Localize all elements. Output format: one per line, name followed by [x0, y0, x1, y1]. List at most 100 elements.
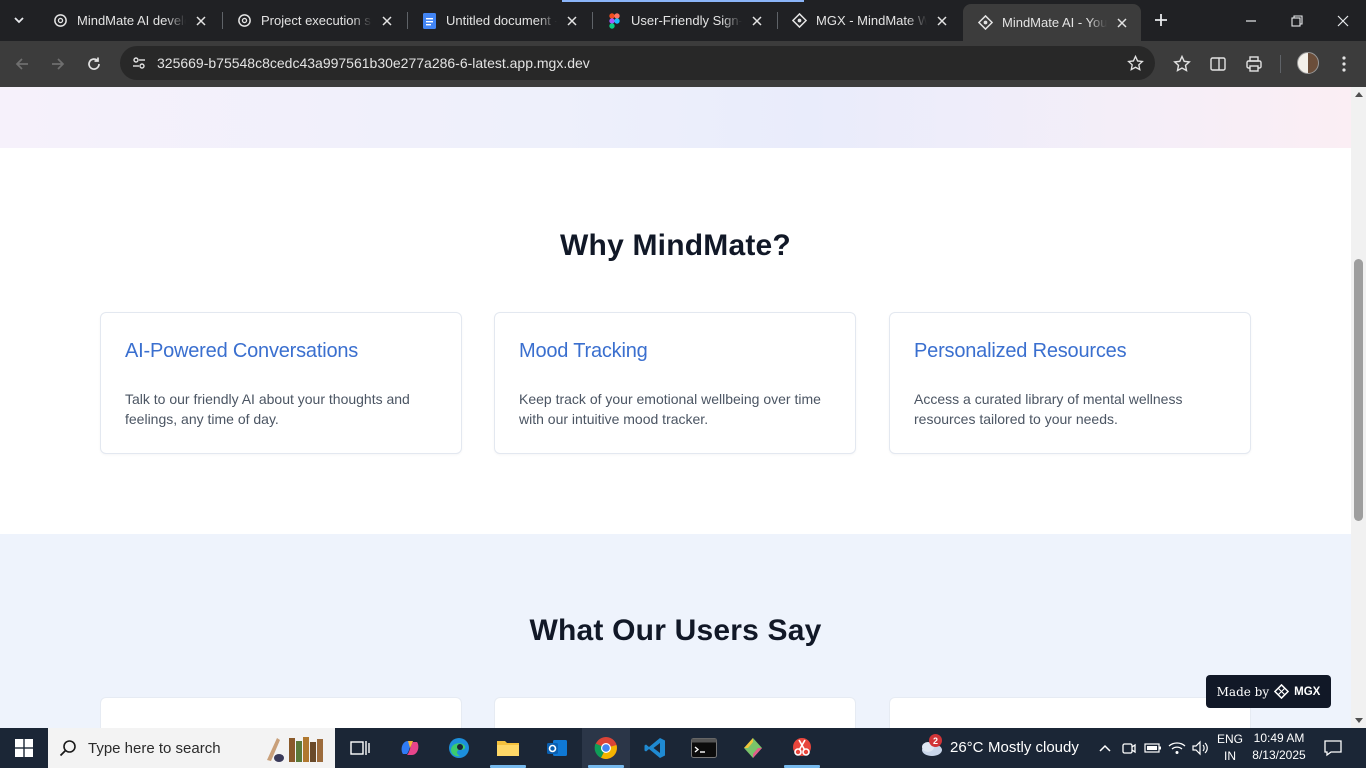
scroll-down-arrow-icon[interactable]	[1351, 714, 1366, 728]
back-button[interactable]	[6, 48, 38, 80]
clock-date: 8/13/2025	[1252, 748, 1306, 762]
close-icon[interactable]	[192, 12, 210, 30]
profile-avatar[interactable]	[1297, 52, 1319, 74]
close-icon[interactable]	[563, 12, 581, 30]
tab-title: Untitled document - G	[446, 13, 557, 28]
task-view-button[interactable]	[336, 728, 384, 768]
arrow-left-icon	[15, 58, 28, 70]
tab-loading-indicator	[562, 0, 804, 2]
print-button[interactable]	[1238, 48, 1270, 80]
system-clock[interactable]: 10:49 AM 8/13/2025	[1240, 730, 1318, 764]
testimonial-card	[889, 697, 1251, 728]
clock-time: 10:49 AM	[1253, 731, 1305, 745]
site-info-icon[interactable]	[122, 46, 156, 80]
vscode-icon	[644, 738, 665, 758]
address-bar[interactable]: 325669-b75548c8cedc43a997561b30e277a286-…	[120, 46, 1155, 80]
close-icon[interactable]	[378, 12, 396, 30]
feature-card-title: AI-Powered Conversations	[125, 340, 359, 362]
scroll-up-arrow-icon[interactable]	[1351, 87, 1366, 101]
volume-icon[interactable]	[1190, 738, 1210, 758]
browser-tab-strip: MindMate AI develop Project execution su…	[0, 0, 1366, 41]
start-button[interactable]	[0, 728, 48, 768]
testimonial-card	[100, 697, 462, 728]
edge-icon	[449, 738, 469, 758]
git-button[interactable]	[729, 728, 777, 768]
windows-taskbar: Type here to search 26°C Mostly cloudy E…	[0, 728, 1366, 768]
search-placeholder: Type here to search	[88, 739, 221, 757]
browser-tab[interactable]: User-Friendly Sign-Up	[592, 0, 776, 41]
tab-title: User-Friendly Sign-Up	[631, 13, 742, 28]
chrome-icon	[594, 737, 617, 759]
terminal-button[interactable]	[680, 728, 728, 768]
browser-toolbar: 325669-b75548c8cedc43a997561b30e277a286-…	[0, 41, 1366, 87]
testimonial-card	[494, 697, 856, 728]
feature-card: Mood Tracking Keep track of your emotion…	[494, 312, 856, 454]
mgx-logo-icon	[1274, 684, 1290, 699]
feature-card-description: Talk to our friendly AI about your thoug…	[125, 391, 410, 427]
outlook-button[interactable]	[533, 728, 581, 768]
restore-button[interactable]	[1274, 0, 1320, 41]
browser-tab-active[interactable]: MindMate AI - Your M	[963, 4, 1141, 41]
tab-title: MindMate AI - Your M	[1002, 15, 1107, 30]
tab-search-button[interactable]	[4, 6, 34, 34]
features-section: Why MindMate? AI-Powered Conversations T…	[0, 148, 1351, 534]
minimize-button[interactable]	[1228, 0, 1274, 41]
made-by-mgx-badge[interactable]: Made by MGX	[1206, 675, 1331, 708]
chevron-up-icon	[1099, 744, 1111, 752]
snipping-tool-icon	[793, 738, 811, 756]
snipping-tool-button[interactable]	[778, 728, 826, 768]
notification-icon	[1324, 740, 1342, 757]
printer-icon	[1246, 56, 1262, 72]
git-icon	[744, 738, 762, 758]
battery-icon[interactable]	[1143, 738, 1163, 758]
close-icon[interactable]	[748, 12, 766, 30]
notifications-button[interactable]	[1323, 738, 1343, 758]
reload-button[interactable]	[78, 48, 110, 80]
weather-condition[interactable]: Mostly cloudy	[988, 739, 1079, 756]
testimonials-section: What Our Users Say	[0, 534, 1351, 728]
minimize-icon	[1246, 19, 1256, 22]
browser-menu-button[interactable]	[1328, 48, 1360, 80]
close-icon	[1337, 15, 1349, 26]
made-by-label: Made by	[1216, 684, 1270, 699]
figma-icon	[606, 12, 622, 29]
openai-icon	[52, 13, 68, 29]
copilot-button[interactable]	[386, 728, 434, 768]
browser-tab[interactable]: MGX - MindMate Win	[777, 0, 961, 41]
tab-title: MindMate AI develop	[77, 13, 186, 28]
search-icon	[48, 728, 88, 768]
feature-card-description: Access a curated library of mental welln…	[914, 391, 1183, 427]
chrome-button[interactable]	[582, 728, 630, 768]
favorites-icon	[1173, 55, 1191, 72]
browser-tab[interactable]: Project execution sup	[222, 0, 406, 41]
outlook-icon	[547, 740, 567, 756]
tab-title: MGX - MindMate Win	[816, 13, 927, 28]
close-icon[interactable]	[1113, 14, 1131, 32]
bookmark-star-icon[interactable]	[1123, 51, 1147, 75]
google-docs-icon	[421, 12, 437, 29]
meet-now-icon[interactable]	[1119, 738, 1139, 758]
page-scrollbar[interactable]	[1351, 87, 1366, 728]
browser-tab[interactable]: Untitled document - G	[407, 0, 591, 41]
close-window-button[interactable]	[1320, 0, 1366, 41]
tab-title: Project execution sup	[261, 13, 372, 28]
page-viewport: Why MindMate? AI-Powered Conversations T…	[0, 87, 1351, 728]
new-tab-button[interactable]	[1147, 6, 1175, 34]
restore-icon	[1291, 14, 1303, 27]
reload-icon	[88, 57, 100, 70]
wifi-icon[interactable]	[1167, 738, 1187, 758]
split-screen-button[interactable]	[1202, 48, 1234, 80]
weather-temperature[interactable]: 26°C	[950, 739, 984, 756]
more-vertical-icon	[1342, 56, 1346, 72]
favorites-button[interactable]	[1166, 48, 1198, 80]
browser-tab[interactable]: MindMate AI develop	[38, 0, 220, 41]
vscode-button[interactable]	[631, 728, 679, 768]
terminal-icon	[691, 738, 717, 758]
taskbar-search-box[interactable]: Type here to search	[48, 728, 335, 768]
forward-button[interactable]	[42, 48, 74, 80]
scrollbar-thumb[interactable]	[1354, 259, 1363, 521]
edge-button[interactable]	[435, 728, 483, 768]
show-hidden-icons-button[interactable]	[1095, 738, 1115, 758]
close-icon[interactable]	[933, 12, 951, 30]
file-explorer-button[interactable]	[484, 728, 532, 768]
